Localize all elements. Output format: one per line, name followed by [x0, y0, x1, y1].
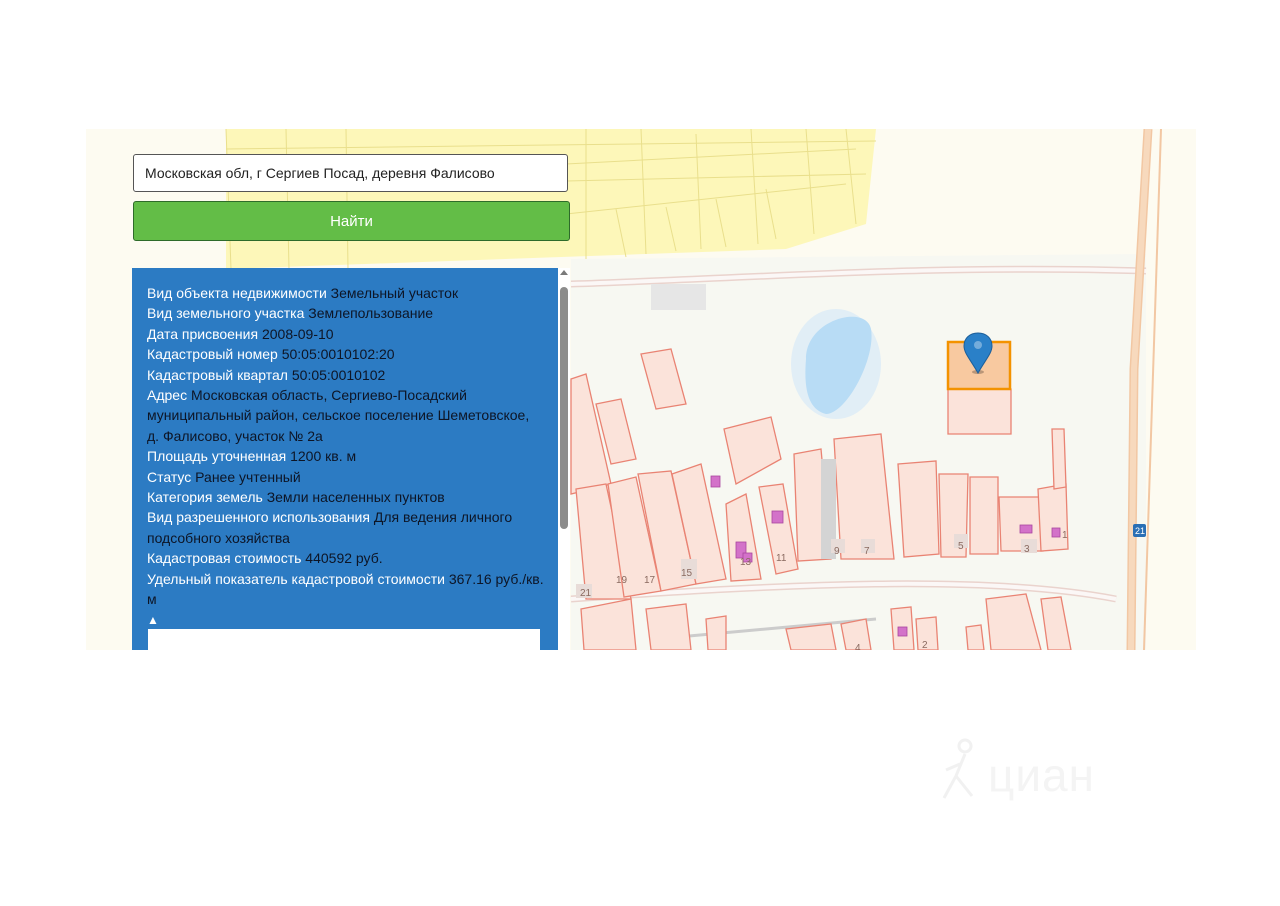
- plot-label-19: 19: [616, 575, 628, 586]
- info-value: 2008-09-10: [261, 325, 334, 342]
- info-row-area: Площадь уточненная 1200 кв. м: [147, 446, 545, 466]
- cadastral-info-panel: Вид объекта недвижимости Земельный участ…: [132, 268, 570, 650]
- plot-label-17: 17: [644, 575, 656, 586]
- info-list: Вид объекта недвижимости Земельный участ…: [147, 283, 545, 610]
- panel-scrollbar[interactable]: [558, 268, 570, 650]
- info-row-cadastral-quarter: Кадастровый квартал 50:05:0010102: [147, 365, 545, 385]
- info-value: 440592 руб.: [305, 550, 383, 567]
- collapse-toggle-button[interactable]: ▲: [147, 612, 570, 628]
- map-view[interactable]: 21 19 17 15 13 11 9 7 5 3 1 4 2 21 Найти…: [86, 129, 1196, 650]
- address-search-input[interactable]: [133, 154, 568, 192]
- yellow-zone: [226, 129, 876, 269]
- plot-label-1: 1: [1062, 530, 1068, 541]
- info-row-cadastral-number: Кадастровый номер 50:05:0010102:20: [147, 344, 545, 364]
- info-row-land-category: Категория земель Земли населенных пункто…: [147, 487, 545, 507]
- plot-label-5: 5: [958, 541, 964, 552]
- info-row-land-type: Вид земельного участка Землепользование: [147, 303, 545, 323]
- plot-label-9: 9: [834, 546, 840, 557]
- info-value: 50:05:0010102:20: [281, 346, 395, 363]
- cian-person-icon: [942, 738, 974, 799]
- info-row-permitted-use: Вид разрешенного использования Для веден…: [147, 507, 545, 548]
- watermark: циан: [934, 736, 1134, 806]
- info-label: Кадастровый квартал: [147, 366, 288, 383]
- info-label: Адрес: [147, 387, 188, 404]
- info-row-object-type: Вид объекта недвижимости Земельный участ…: [147, 283, 545, 303]
- info-value: Земли населенных пунктов: [266, 489, 445, 506]
- info-label: Удельный показатель кадастровой стоимост…: [147, 570, 445, 587]
- info-label: Вид разрешенного использования: [147, 509, 370, 526]
- info-row-date: Дата присвоения 2008-09-10: [147, 324, 545, 344]
- info-label: Площадь уточненная: [147, 448, 287, 465]
- info-value: Землепользование: [308, 305, 434, 322]
- info-label: Кадастровый номер: [147, 346, 278, 363]
- road-number-label: 21: [1135, 526, 1145, 536]
- info-row-status: Статус Ранее учтенный: [147, 467, 545, 487]
- info-value: Ранее учтенный: [195, 468, 301, 485]
- info-label: Кадастровая стоимость: [147, 550, 302, 567]
- plot-label-4: 4: [855, 643, 861, 650]
- info-extra-box: [148, 629, 540, 650]
- plot-label-15: 15: [681, 568, 693, 579]
- info-label: Дата присвоения: [147, 325, 259, 342]
- search-button[interactable]: Найти: [133, 201, 570, 241]
- info-label: Категория земель: [147, 489, 263, 506]
- scroll-up-arrow-icon[interactable]: [560, 270, 568, 275]
- plot-label-13: 13: [740, 557, 752, 568]
- scroll-thumb[interactable]: [560, 287, 568, 529]
- info-value: 1200 кв. м: [290, 448, 357, 465]
- plot-label-3: 3: [1024, 544, 1030, 555]
- plot-label-7: 7: [864, 546, 870, 557]
- plot-label-11: 11: [776, 553, 787, 564]
- info-value: 50:05:0010102: [291, 366, 386, 383]
- plot-label-21: 21: [580, 588, 592, 599]
- info-label: Вид земельного участка: [147, 305, 305, 322]
- watermark-text: циан: [988, 749, 1096, 801]
- info-value: Московская область, Сергиево-Посадский м…: [147, 387, 530, 444]
- info-row-address: Адрес Московская область, Сергиево-Посад…: [147, 385, 545, 446]
- plot-label-2: 2: [922, 640, 928, 650]
- info-value: Земельный участок: [330, 285, 459, 301]
- info-row-cadastral-value: Кадастровая стоимость 440592 руб.: [147, 548, 545, 568]
- grey-structure: [651, 284, 706, 310]
- info-label: Вид объекта недвижимости: [147, 285, 327, 301]
- info-row-specific-value: Удельный показатель кадастровой стоимост…: [147, 569, 545, 610]
- info-label: Статус: [147, 468, 192, 485]
